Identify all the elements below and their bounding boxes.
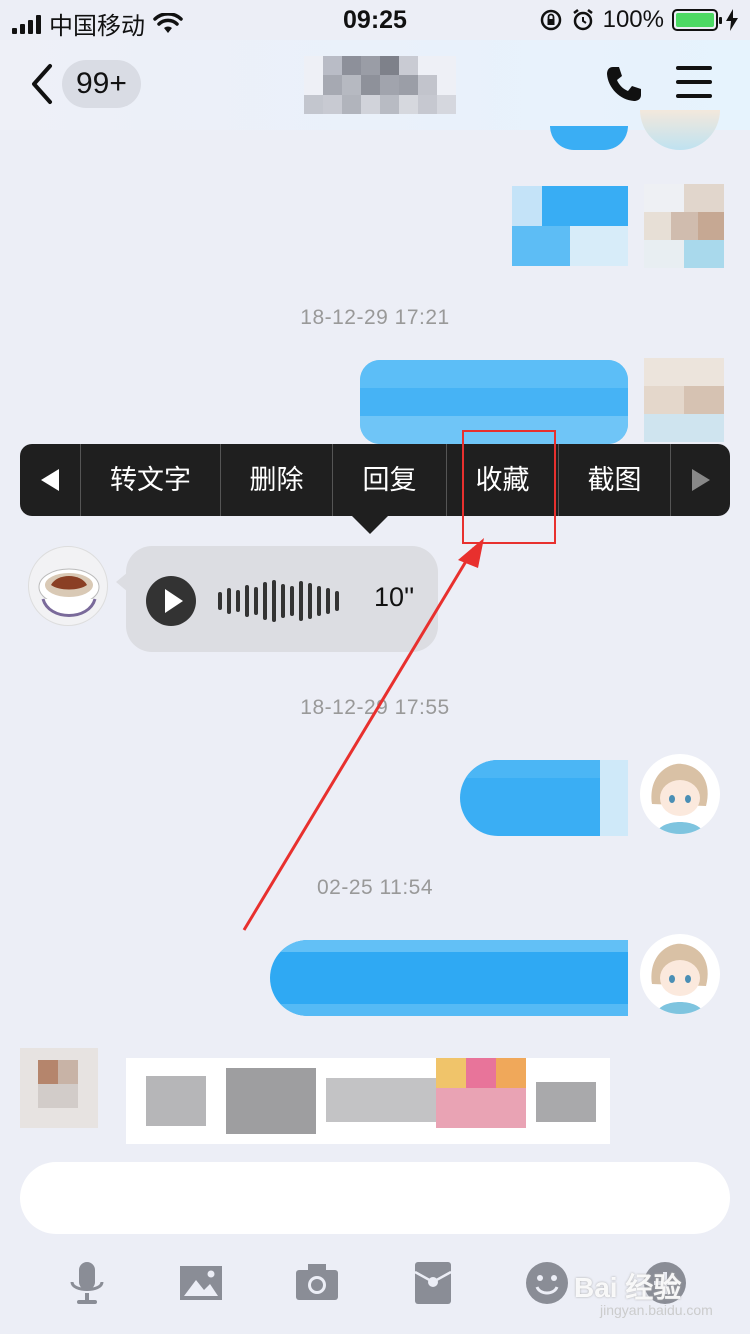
red-packet-icon[interactable] (410, 1260, 456, 1306)
emoji-icon[interactable] (524, 1260, 570, 1306)
microphone-icon[interactable] (64, 1260, 110, 1306)
camera-icon[interactable] (294, 1260, 340, 1306)
message-input[interactable] (20, 1162, 730, 1234)
watermark-url: jingyan.baidu.com (600, 1302, 713, 1318)
watermark-logo: Bai 经验 (574, 1272, 682, 1303)
image-icon[interactable] (178, 1260, 224, 1306)
annotation-arrow (242, 538, 484, 931)
